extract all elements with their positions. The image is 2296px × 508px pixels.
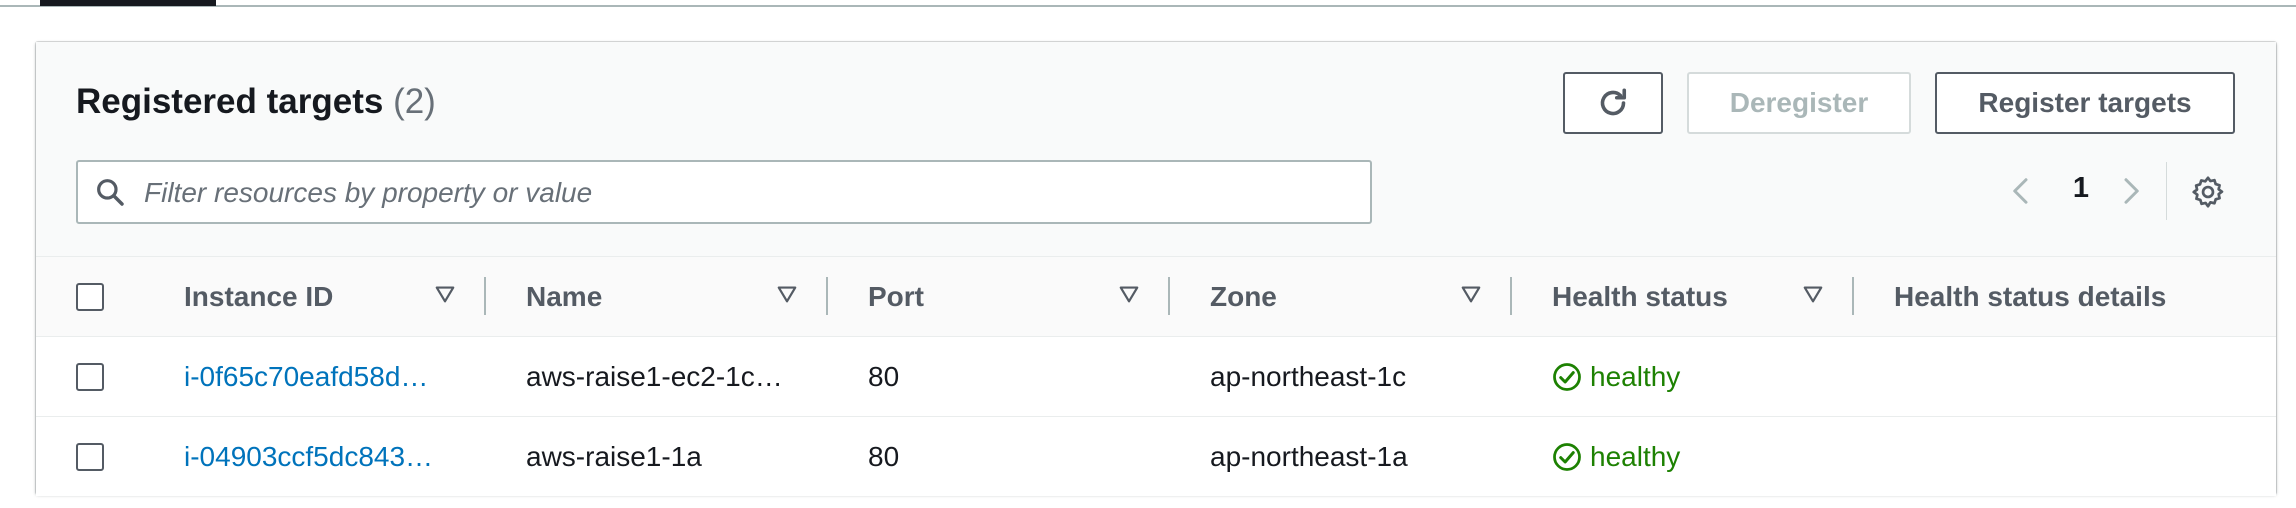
- table-row[interactable]: i-04903ccf5dc843… aws-raise1-1a 80 ap-no…: [36, 417, 2276, 496]
- column-header-zone[interactable]: Zone: [1210, 257, 1277, 336]
- instance-zone: ap-northeast-1a: [1210, 440, 1408, 472]
- check-circle-icon: [1553, 362, 1581, 391]
- register-targets-button[interactable]: Register targets: [1935, 72, 2235, 134]
- select-all-checkbox[interactable]: [76, 283, 104, 311]
- deregister-button[interactable]: Deregister: [1687, 72, 1911, 134]
- chevron-left-icon[interactable]: [2006, 176, 2036, 206]
- refresh-icon: [1600, 88, 1627, 116]
- table-header: Instance ID Name Port Zone Health status…: [36, 257, 2276, 337]
- filter-search: [76, 160, 1372, 224]
- panel-title: Registered targets (2): [76, 82, 436, 122]
- gear-icon[interactable]: [2190, 174, 2226, 210]
- instance-zone: ap-northeast-1c: [1210, 360, 1407, 392]
- column-divider[interactable]: [484, 277, 486, 315]
- panel-title-count: (2): [393, 82, 436, 121]
- tabs-rule: [0, 5, 2296, 7]
- instance-id-link[interactable]: i-04903ccf5dc843…: [184, 417, 433, 496]
- instance-port: 80: [868, 440, 900, 472]
- column-header-health-status-details: Health status details: [1894, 280, 2167, 312]
- sort-down-icon[interactable]: [434, 283, 456, 305]
- active-tab-indicator: [40, 0, 216, 6]
- sort-down-icon[interactable]: [1118, 283, 1140, 305]
- panel-title-text: Registered targets: [76, 82, 384, 121]
- registered-targets-panel: Registered targets (2) Deregister Regist…: [36, 42, 2276, 496]
- column-divider[interactable]: [1852, 277, 1854, 315]
- filter-input[interactable]: [142, 162, 1346, 224]
- check-circle-icon: [1553, 442, 1581, 471]
- current-page-number[interactable]: 1: [2066, 172, 2096, 205]
- instance-name: aws-raise1-1a: [526, 440, 702, 472]
- table-row[interactable]: i-0f65c70eafd58d… aws-raise1-ec2-1c… 80 …: [36, 337, 2276, 417]
- column-divider[interactable]: [1168, 277, 1170, 315]
- sort-down-icon[interactable]: [1460, 283, 1482, 305]
- panel-header: Registered targets (2) Deregister Regist…: [36, 42, 2276, 257]
- column-header-name[interactable]: Name: [526, 257, 602, 336]
- sort-down-icon[interactable]: [776, 283, 798, 305]
- row-checkbox[interactable]: [76, 363, 104, 391]
- health-status: healthy: [1552, 337, 1680, 416]
- health-status: healthy: [1552, 417, 1680, 496]
- pager-divider: [2166, 162, 2167, 220]
- search-icon: [97, 179, 124, 206]
- tabs-strip: [0, 0, 2296, 8]
- instance-name: aws-raise1-ec2-1c…: [526, 360, 783, 392]
- health-status-text: healthy: [1590, 360, 1681, 392]
- column-header-port[interactable]: Port: [868, 257, 924, 336]
- row-checkbox[interactable]: [76, 443, 104, 471]
- health-status-text: healthy: [1590, 440, 1681, 472]
- refresh-button[interactable]: [1563, 72, 1663, 134]
- instance-id-link[interactable]: i-0f65c70eafd58d…: [184, 337, 428, 416]
- column-header-instance-id[interactable]: Instance ID: [184, 257, 333, 336]
- sort-down-icon[interactable]: [1802, 283, 1824, 305]
- column-divider[interactable]: [826, 277, 828, 315]
- instance-port: 80: [868, 360, 900, 392]
- chevron-right-icon[interactable]: [2116, 176, 2146, 206]
- column-header-health-status[interactable]: Health status: [1552, 257, 1728, 336]
- column-divider[interactable]: [1510, 277, 1512, 315]
